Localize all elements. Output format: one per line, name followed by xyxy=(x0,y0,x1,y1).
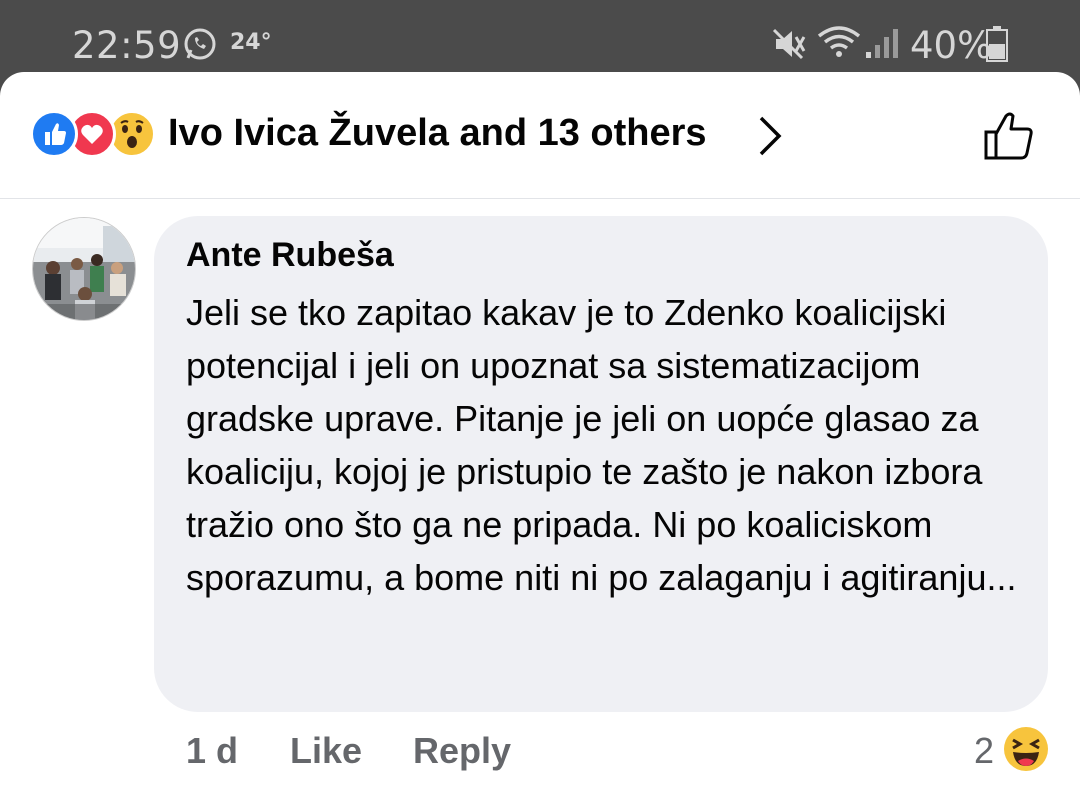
reaction-count[interactable]: 2 xyxy=(974,730,994,772)
comment-text: Jeli se tko zapitao kakav je to Zdenko k… xyxy=(186,292,1017,598)
comment-actions: 1 d Like Reply 2 xyxy=(0,722,1080,782)
status-bar: 22:59 24° 40% xyxy=(0,0,1080,80)
reply-button[interactable]: Reply xyxy=(413,730,511,772)
avatar[interactable] xyxy=(32,217,136,321)
comment-author[interactable]: Ante Rubeša xyxy=(186,236,394,275)
status-temperature: 24° xyxy=(230,30,272,55)
avatar-photo xyxy=(33,218,135,320)
whatsapp-icon xyxy=(184,28,216,60)
reaction-icons xyxy=(30,110,160,158)
battery-percent: 40% xyxy=(910,24,993,67)
status-time: 22:59 xyxy=(72,24,182,67)
comment-bubble[interactable]: Ante Rubeša Jeli se tko zapitao kakav je… xyxy=(154,216,1048,712)
reactions-sheet: Ivo Ivica Žuvela and 13 others Ante Rube… xyxy=(0,72,1080,786)
battery-icon xyxy=(986,26,1008,62)
wifi-icon xyxy=(817,26,861,57)
comment-time: 1 d xyxy=(186,730,239,771)
like-icon xyxy=(30,110,78,158)
haha-icon[interactable] xyxy=(1003,726,1049,772)
signal-icon xyxy=(866,29,898,58)
like-button[interactable]: Like xyxy=(290,730,362,772)
mute-icon xyxy=(772,28,806,60)
like-outline-icon[interactable] xyxy=(982,108,1038,164)
reactions-header[interactable]: Ivo Ivica Žuvela and 13 others xyxy=(0,72,1080,199)
reactions-summary: Ivo Ivica Žuvela and 13 others xyxy=(168,112,707,154)
chevron-right-icon[interactable] xyxy=(755,114,785,158)
